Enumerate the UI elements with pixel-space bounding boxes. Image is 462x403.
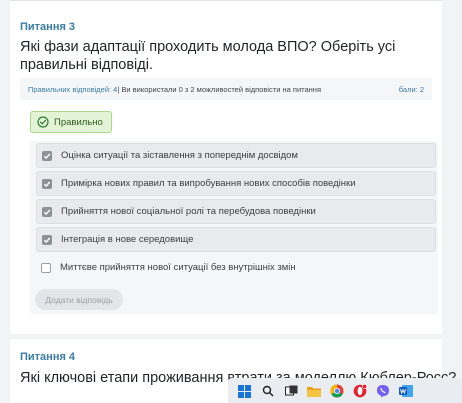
- search-icon[interactable]: [261, 384, 275, 398]
- answer-option[interactable]: Миттєве прийняття нової ситуації без вну…: [36, 255, 436, 280]
- answer-text: Миттєве прийняття нової ситуації без вну…: [60, 262, 296, 273]
- question-card-3: Питання 3 Які фази адаптації проходить м…: [10, 0, 442, 334]
- answer-list: Оцінка ситуації та зіставлення з поперед…: [30, 141, 438, 314]
- status-badge: Правильно: [30, 111, 112, 133]
- answer-text: Прийняття нової соціальної ролі та переб…: [61, 206, 316, 217]
- question-label: Питання 4: [20, 351, 76, 363]
- status-text: Правильно: [54, 116, 103, 128]
- windows-taskbar: [228, 378, 462, 403]
- score-text: бали: 2: [398, 84, 424, 94]
- opera-icon[interactable]: [353, 384, 367, 398]
- checkbox-checked-icon[interactable]: [42, 234, 52, 245]
- file-explorer-icon[interactable]: [307, 384, 321, 398]
- answer-text: Оцінка ситуації та зіставлення з поперед…: [61, 150, 298, 161]
- task-view-icon[interactable]: [284, 384, 298, 398]
- checkbox-checked-icon[interactable]: [42, 206, 52, 217]
- answer-text: Інтеграція в нове середовище: [61, 234, 194, 245]
- correct-count-text: Правильних відповідей: 4: [28, 84, 118, 94]
- answer-option[interactable]: Інтеграція в нове середовище: [36, 227, 436, 252]
- chrome-icon[interactable]: [330, 384, 344, 398]
- viber-icon[interactable]: [376, 384, 390, 398]
- checkbox-empty-icon[interactable]: [41, 262, 51, 273]
- check-circle-icon: [37, 116, 49, 128]
- checkbox-checked-icon[interactable]: [42, 150, 52, 161]
- add-answer-button[interactable]: Додати відповідь: [35, 289, 123, 310]
- attempts-text: | Ви використали 0 з 2 можливостей відпо…: [117, 84, 322, 94]
- answer-text: Примірка нових правил та випробування но…: [61, 178, 356, 189]
- checkbox-checked-icon[interactable]: [42, 178, 52, 189]
- answer-option[interactable]: Примірка нових правил та випробування но…: [36, 171, 436, 196]
- answer-option[interactable]: Прийняття нової соціальної ролі та переб…: [36, 199, 436, 224]
- windows-start-icon[interactable]: [237, 384, 251, 398]
- answer-info-bar: Правильних відповідей: 4 | Ви використал…: [20, 78, 432, 100]
- question-label: Питання 3: [20, 21, 76, 33]
- word-icon[interactable]: [399, 384, 413, 398]
- answer-option[interactable]: Оцінка ситуації та зіставлення з поперед…: [36, 143, 436, 168]
- question-title: Які фази адаптації проходить молода ВПО?…: [20, 39, 396, 73]
